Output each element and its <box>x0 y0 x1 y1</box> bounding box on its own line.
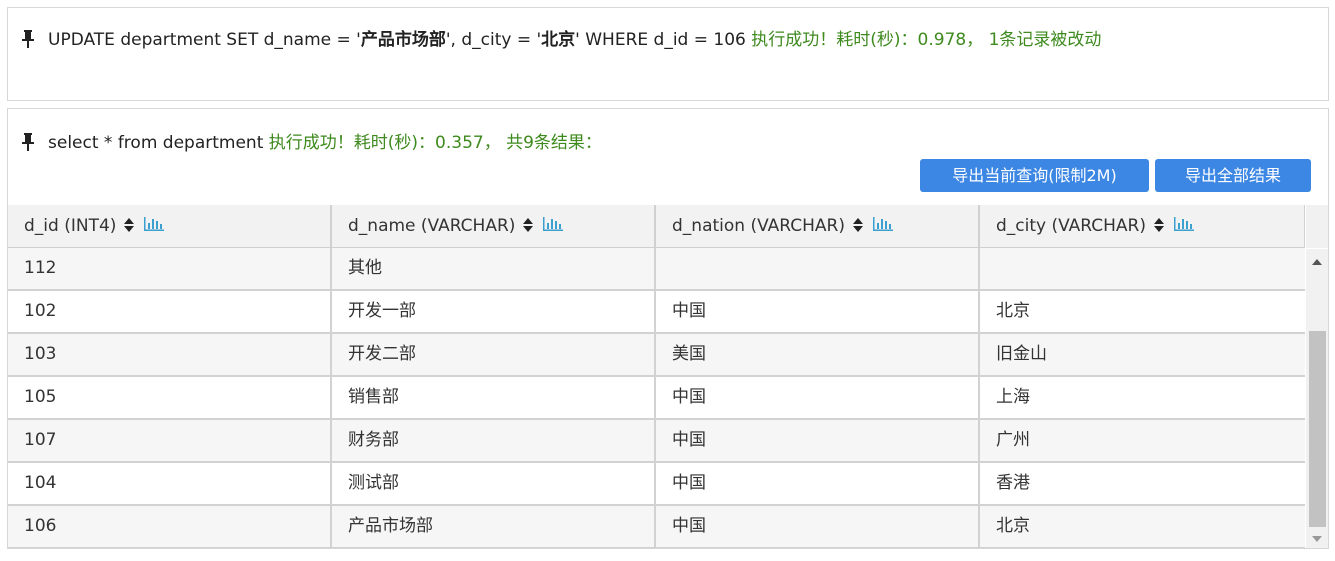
cell-d-name[interactable]: 销售部 <box>332 377 656 418</box>
cell-d-id[interactable]: 103 <box>8 334 332 375</box>
vertical-scrollbar[interactable] <box>1306 249 1328 548</box>
cell-d-name[interactable]: 开发二部 <box>332 334 656 375</box>
cell-d-id[interactable]: 104 <box>8 463 332 504</box>
column-label: d_city (VARCHAR) <box>996 216 1146 236</box>
cell-d-name[interactable]: 财务部 <box>332 420 656 461</box>
cell-d-city[interactable]: 北京 <box>980 506 1305 547</box>
table-row[interactable]: 105 销售部 中国 上海 <box>8 377 1305 420</box>
cell-d-id[interactable]: 105 <box>8 377 332 418</box>
cell-d-city[interactable] <box>980 248 1305 289</box>
pin-icon[interactable] <box>22 30 34 48</box>
sort-icon[interactable] <box>124 218 135 232</box>
column-label: d_id (INT4) <box>24 216 117 236</box>
scrollbar-corner <box>1306 205 1328 248</box>
update-result-panel: UPDATE department SET d_name = '产品市场部', … <box>7 7 1329 101</box>
cell-d-name[interactable]: 产品市场部 <box>332 506 656 547</box>
sort-icon[interactable] <box>523 218 534 232</box>
cell-d-name[interactable]: 测试部 <box>332 463 656 504</box>
select-result-panel: select * from department 执行成功！耗时(秒)：0.35… <box>7 108 1329 549</box>
update-sql-suffix: ' WHERE d_id = 106 <box>575 30 746 50</box>
cell-d-city[interactable]: 北京 <box>980 291 1305 332</box>
table-row[interactable]: 103 开发二部 美国 旧金山 <box>8 334 1305 377</box>
update-status: 执行成功！耗时(秒)：0.978， 1条记录被改动 <box>745 30 1102 50</box>
cell-d-id[interactable]: 102 <box>8 291 332 332</box>
sort-icon[interactable] <box>852 218 863 232</box>
cell-d-city[interactable]: 上海 <box>980 377 1305 418</box>
update-sql-prefix: UPDATE department SET d_name = ' <box>48 30 361 50</box>
sort-icon[interactable] <box>1154 218 1164 232</box>
cell-d-nation[interactable]: 中国 <box>656 377 980 418</box>
select-sql-text: select * from department <box>48 133 264 153</box>
cell-d-nation[interactable]: 中国 <box>656 506 980 547</box>
scroll-up-arrow-icon[interactable] <box>1306 253 1328 271</box>
cell-d-id[interactable]: 112 <box>8 248 332 289</box>
table-row[interactable]: 106 产品市场部 中国 北京 <box>8 506 1305 548</box>
bar-chart-icon[interactable] <box>1174 217 1194 231</box>
cell-d-nation[interactable]: 中国 <box>656 463 980 504</box>
table-row[interactable]: 107 财务部 中国 广州 <box>8 420 1305 463</box>
cell-d-city[interactable]: 旧金山 <box>980 334 1305 375</box>
cell-d-city[interactable]: 香港 <box>980 463 1305 504</box>
select-status: 执行成功！耗时(秒)：0.357， 共9条结果： <box>263 133 602 153</box>
result-table: d_id (INT4) d_name (VARCHAR) d_nation (V… <box>8 205 1305 548</box>
update-sql-value-city: 北京 <box>541 30 576 50</box>
cell-d-city[interactable]: 广州 <box>980 420 1305 461</box>
cell-d-nation[interactable]: 中国 <box>656 420 980 461</box>
table-row[interactable]: 112 其他 <box>8 248 1305 291</box>
table-row[interactable]: 102 开发一部 中国 北京 <box>8 291 1305 334</box>
bar-chart-icon[interactable] <box>543 217 564 231</box>
column-header-d-city[interactable]: d_city (VARCHAR) <box>980 205 1305 247</box>
table-row[interactable]: 104 测试部 中国 香港 <box>8 463 1305 506</box>
column-header-d-nation[interactable]: d_nation (VARCHAR) <box>656 205 980 247</box>
column-label: d_name (VARCHAR) <box>348 216 516 236</box>
cell-d-id[interactable]: 107 <box>8 420 332 461</box>
update-sql-mid: ', d_city = ' <box>445 30 542 50</box>
cell-d-nation[interactable]: 美国 <box>656 334 980 375</box>
pin-icon[interactable] <box>22 133 34 151</box>
column-header-d-id[interactable]: d_id (INT4) <box>8 205 332 247</box>
column-header-d-name[interactable]: d_name (VARCHAR) <box>332 205 656 247</box>
column-label: d_nation (VARCHAR) <box>672 216 845 236</box>
scroll-down-arrow-icon[interactable] <box>1306 530 1328 548</box>
scrollbar-thumb[interactable] <box>1309 331 1326 527</box>
table-body: 112 其他 102 开发一部 中国 北京 103 开发二部 美国 旧金山 10… <box>8 248 1305 548</box>
cell-d-nation[interactable] <box>656 248 980 289</box>
update-sql-line: UPDATE department SET d_name = '产品市场部', … <box>22 25 1101 50</box>
select-sql-line: select * from department 执行成功！耗时(秒)：0.35… <box>22 128 602 153</box>
export-all-results-button[interactable]: 导出全部结果 <box>1155 159 1311 192</box>
bar-chart-icon[interactable] <box>144 217 165 231</box>
export-current-query-button[interactable]: 导出当前查询(限制2M) <box>920 159 1149 192</box>
cell-d-id[interactable]: 106 <box>8 506 332 547</box>
update-sql-value-name: 产品市场部 <box>360 30 446 50</box>
cell-d-name[interactable]: 开发一部 <box>332 291 656 332</box>
cell-d-nation[interactable]: 中国 <box>656 291 980 332</box>
bar-chart-icon[interactable] <box>872 217 893 231</box>
table-header: d_id (INT4) d_name (VARCHAR) d_nation (V… <box>8 205 1305 248</box>
cell-d-name[interactable]: 其他 <box>332 248 656 289</box>
